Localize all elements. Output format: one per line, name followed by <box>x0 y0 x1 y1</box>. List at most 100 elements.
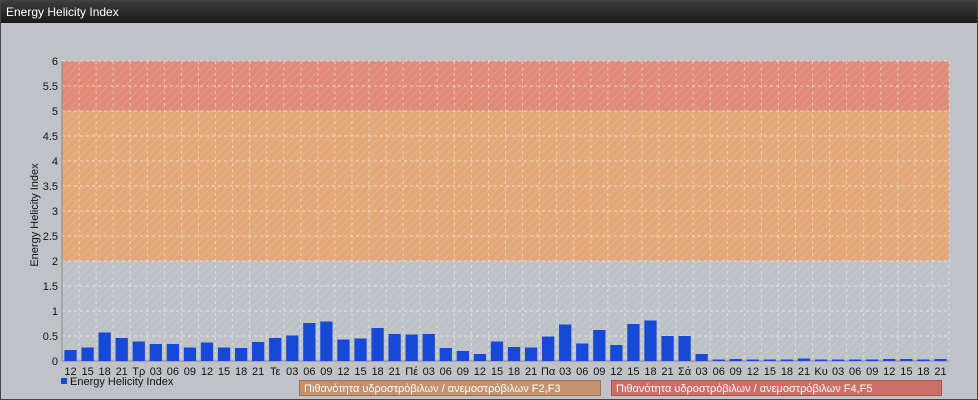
bar <box>763 359 777 361</box>
y-tick-label: 2 <box>52 256 58 268</box>
x-tick-label: 18 <box>781 366 793 378</box>
y-tick-label: 2.5 <box>43 231 58 243</box>
x-tick-label: 15 <box>900 366 912 378</box>
bar <box>678 336 691 361</box>
bar <box>166 344 180 361</box>
x-tick-label: 21 <box>661 366 673 378</box>
x-tick-label: 09 <box>866 366 878 378</box>
bar <box>200 342 214 361</box>
y-tick-label: 4 <box>52 156 58 168</box>
bar <box>849 359 862 361</box>
x-tick-label: 09 <box>184 366 196 378</box>
bar <box>252 342 265 361</box>
y-tick-label: 6 <box>52 56 58 68</box>
x-tick-label: 03 <box>423 366 435 378</box>
x-tick-label: 06 <box>440 366 452 378</box>
window-title: Energy Helicity Index <box>6 5 119 19</box>
bar <box>132 341 145 361</box>
y-axis-label: Energy Helicity Index <box>29 163 41 267</box>
bar <box>234 348 248 361</box>
bar <box>64 350 77 361</box>
bar <box>337 339 350 361</box>
x-tick-label: 12 <box>201 366 213 378</box>
bar <box>81 347 94 361</box>
bar <box>456 351 469 361</box>
x-tick-label: 21 <box>252 366 264 378</box>
bar <box>934 359 947 361</box>
bar <box>576 343 589 361</box>
y-tick-label: 0.5 <box>43 331 58 343</box>
bar <box>814 359 828 361</box>
bar <box>661 336 674 361</box>
chart-window: Energy Helicity Index 0 0.5 1 1.5 2 2.5 3 3.5 4 4… <box>0 0 978 400</box>
x-tick-label: 12 <box>610 366 622 378</box>
y-tick-label: 1.5 <box>43 281 58 293</box>
x-tick-label: 12 <box>474 366 486 378</box>
y-tick-label: 5 <box>52 106 58 118</box>
bar <box>524 347 538 361</box>
bar <box>593 330 606 361</box>
bar <box>917 359 930 361</box>
title-bar: Energy Helicity Index <box>1 1 977 23</box>
x-tick-label: Κυ <box>814 366 827 378</box>
band-f4f5-label: Πιθανότητα υδροστρόβιλων / ανεμοστρόβιλω… <box>616 383 873 395</box>
bar <box>866 359 879 361</box>
legend-series-label: Energy Helicity Index <box>70 376 174 388</box>
x-tick-label: 09 <box>593 366 605 378</box>
y-tick-label: 4.5 <box>43 131 58 143</box>
bar <box>183 347 197 361</box>
bar <box>644 320 657 361</box>
x-tick-label: 15 <box>627 366 639 378</box>
x-tick-label: 09 <box>457 366 469 378</box>
x-tick-label: 15 <box>218 366 230 378</box>
x-tick-label: 12 <box>883 366 895 378</box>
bar <box>542 336 555 361</box>
bar <box>746 359 759 361</box>
bar <box>303 323 316 361</box>
x-tick-label: 06 <box>713 366 725 378</box>
x-tick-label: Τε <box>270 366 281 378</box>
bar <box>422 334 435 361</box>
x-tick-label: 03 <box>696 366 708 378</box>
x-tick-label: Πέ <box>405 366 418 378</box>
bar <box>388 334 401 361</box>
x-tick-label: 18 <box>235 366 247 378</box>
x-tick-label: 15 <box>491 366 503 378</box>
bar <box>115 338 128 361</box>
bar <box>797 358 811 361</box>
bar <box>559 324 572 361</box>
y-tick-label: 3 <box>52 206 58 218</box>
bar <box>286 335 299 361</box>
bar <box>507 347 521 361</box>
y-tick-label: 5.5 <box>43 81 58 93</box>
bar <box>780 359 794 361</box>
bar <box>473 354 487 361</box>
x-tick-label: 12 <box>337 366 349 378</box>
x-tick-label: 15 <box>764 366 776 378</box>
x-tick-label: 12 <box>747 366 759 378</box>
bar <box>610 345 623 361</box>
y-tick-label: 0 <box>52 356 58 368</box>
x-tick-label: 18 <box>917 366 929 378</box>
bar <box>900 359 913 361</box>
x-tick-label: 09 <box>730 366 742 378</box>
bar <box>320 321 333 361</box>
legend: Energy Helicity Index <box>61 376 173 388</box>
bar <box>695 354 708 361</box>
bar <box>490 341 504 361</box>
x-tick-label: 03 <box>832 366 844 378</box>
y-tick-label: 1 <box>52 306 58 318</box>
x-tick-label: 18 <box>508 366 520 378</box>
x-tick-label: 18 <box>371 366 383 378</box>
y-tick-label: 3.5 <box>43 181 58 193</box>
x-tick-label: Σά <box>678 366 692 378</box>
x-tick-label: 21 <box>389 366 401 378</box>
bar <box>439 348 452 361</box>
bar <box>217 347 231 361</box>
bar <box>712 359 725 361</box>
bar <box>405 334 418 361</box>
ehi-bar-chart: 00.511.522.533.544.555.56 12 15 18 21 Τρ 03 06… <box>29 56 950 378</box>
legend-band-f2f3: Πιθανότητα υδροστρόβιλων / ανεμοστρόβιλω… <box>299 380 601 396</box>
x-tick-label: 09 <box>320 366 332 378</box>
x-tick-label: Πα <box>541 366 556 378</box>
